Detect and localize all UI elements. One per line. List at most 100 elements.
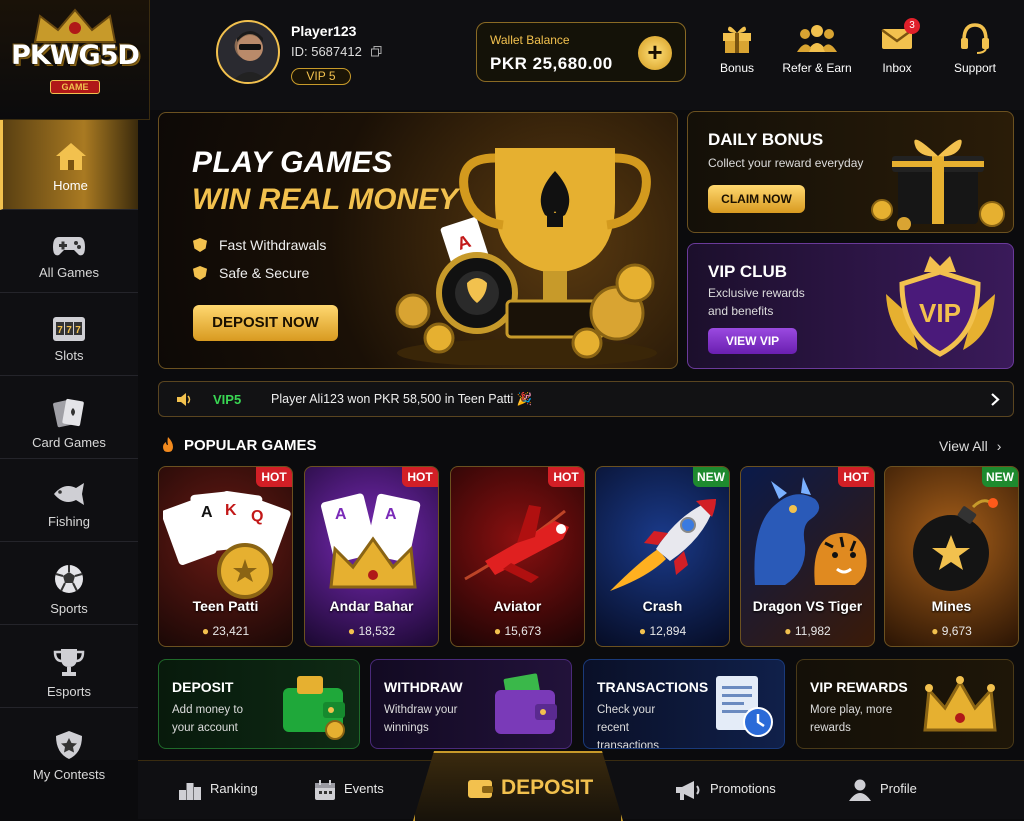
hero-feature-withdrawals: Fast Withdrawals <box>193 237 326 253</box>
bottom-nav-events[interactable]: Events <box>314 774 384 804</box>
header-inbox-button[interactable]: Inbox 3 <box>862 18 932 75</box>
game-players: ● 9,673 <box>885 624 1018 638</box>
sidebar-item-label: My Contests <box>32 767 106 782</box>
view-vip-button[interactable]: VIEW VIP <box>708 328 797 354</box>
bottom-nav-profile[interactable]: Profile <box>848 774 917 804</box>
chevron-right-icon: › <box>996 438 1002 454</box>
quick-card-desc: Withdraw your winnings <box>384 704 458 734</box>
players-count: 23,421 <box>212 624 250 638</box>
add-funds-button[interactable]: + <box>638 36 672 70</box>
slot-machine-icon: 777 <box>53 317 85 341</box>
crown-icon <box>33 8 117 43</box>
bottom-nav-label: Profile <box>880 781 917 796</box>
bomb-icon <box>913 498 998 591</box>
header-bonus-button[interactable]: Bonus <box>702 22 772 75</box>
players-count: 15,673 <box>504 624 542 638</box>
vip-emblem-icon: VIP <box>886 256 995 357</box>
popular-games-title: POPULAR GAMES <box>184 437 317 454</box>
winner-ticker[interactable]: VIP5 Player Ali123 won PKR 58,500 in Tee… <box>158 381 1014 417</box>
game-card-aviator[interactable]: HOT Aviator ● 15,673 <box>450 466 585 647</box>
speaker-icon <box>177 393 191 406</box>
header-bonus-label: Bonus <box>719 61 755 75</box>
quick-deposit-card[interactable]: DEPOSIT Add money to your account <box>158 659 360 749</box>
trophy-illustration: A <box>395 148 657 365</box>
wallet-balance: Wallet Balance PKR 25,680.00 + <box>476 22 686 82</box>
claim-now-button[interactable]: CLAIM NOW <box>708 185 805 213</box>
player-icon: ● <box>931 624 939 638</box>
calendar-icon <box>315 779 335 800</box>
gold-crown-icon <box>923 676 997 732</box>
view-all-label: View All <box>939 438 988 454</box>
vip-club-card: VIP CLUB Exclusive rewards and benefits … <box>687 243 1014 369</box>
game-card-teen-patti[interactable]: A K Q HOT Teen Patti ● 23,421 <box>158 466 293 647</box>
game-name: Teen Patti <box>192 598 259 614</box>
svg-text:7: 7 <box>75 325 81 336</box>
players-count: 18,532 <box>358 624 396 638</box>
gamepad-icon <box>53 237 85 256</box>
gift-box-illustration <box>871 139 1005 230</box>
avatar[interactable] <box>216 20 280 84</box>
sidebar: Home All Games 777 Slots Card Games Fish… <box>0 120 138 782</box>
new-badge: NEW <box>693 467 729 487</box>
sidebar-item-label: Fishing <box>48 514 90 529</box>
brand-logo[interactable]: PKWG5D GAME <box>0 0 150 120</box>
quick-card-desc: Add money to your account <box>172 704 243 734</box>
sidebar-item-esports[interactable]: Esports <box>0 626 138 708</box>
hero-deposit-button[interactable]: DEPOSIT NOW <box>193 305 338 341</box>
quick-vip-rewards-card[interactable]: VIP REWARDS More play, more rewards <box>796 659 1014 749</box>
sidebar-item-my-contests[interactable]: My Contests <box>0 709 138 791</box>
header-refer-button[interactable]: Refer & Earn <box>781 22 853 75</box>
sidebar-item-home[interactable]: Home <box>0 120 138 210</box>
quick-withdraw-card[interactable]: WITHDRAW Withdraw your winnings <box>370 659 572 749</box>
wallet-label: Wallet Balance <box>490 33 570 47</box>
chevron-right-icon[interactable] <box>989 392 1001 407</box>
bottom-deposit-button[interactable]: DEPOSIT <box>413 751 623 821</box>
header-refer-label: Refer & Earn <box>782 61 852 75</box>
game-name: Mines <box>931 598 972 614</box>
cards-crown-icon: A A <box>321 493 421 589</box>
cards-icon <box>53 398 84 428</box>
svg-text:7: 7 <box>57 325 63 336</box>
game-players: ● 23,421 <box>159 624 292 638</box>
header-support-button[interactable]: Support <box>940 22 1010 75</box>
sidebar-item-card-games[interactable]: Card Games <box>0 377 138 459</box>
trophy-icon <box>53 649 85 676</box>
sidebar-item-sports[interactable]: Sports <box>0 543 138 625</box>
purple-wallet-icon <box>495 673 557 734</box>
bottom-nav-promotions[interactable]: Promotions <box>674 774 776 804</box>
player-icon: ● <box>784 624 792 638</box>
vip-club-desc-line1: Exclusive rewards <box>708 286 805 300</box>
sidebar-item-slots[interactable]: 777 Slots <box>0 294 138 376</box>
bottom-nav-label: Promotions <box>710 781 776 796</box>
svg-text:K: K <box>225 502 237 519</box>
game-players: ● 15,673 <box>451 624 584 638</box>
game-card-crash[interactable]: NEW Crash ● 12,894 <box>595 466 730 647</box>
username: Player123 <box>291 23 357 39</box>
ticker-text: Player Ali123 won PKR 58,500 in Teen Pat… <box>271 392 533 406</box>
daily-bonus-title: DAILY BONUS <box>708 130 824 149</box>
game-card-mines[interactable]: NEW Mines ● 9,673 <box>884 466 1019 647</box>
top-header: Player123 ID: 5687412 VIP 5 Wallet Balan… <box>150 0 1024 110</box>
headset-icon <box>961 23 989 54</box>
playing-cards-icon: A K Q <box>163 491 291 599</box>
hero-title-line1: PLAY GAMES <box>192 146 393 179</box>
quick-card-title: WITHDRAW <box>384 679 463 695</box>
vip-emblem-text: VIP <box>919 298 961 328</box>
sidebar-item-all-games[interactable]: All Games <box>0 211 138 293</box>
quick-transactions-card[interactable]: TRANSACTIONS Check your recent transacti… <box>583 659 785 749</box>
sidebar-item-fishing[interactable]: Fishing <box>0 460 138 542</box>
user-id: ID: 5687412 <box>291 44 382 59</box>
home-icon <box>55 143 86 170</box>
megaphone-icon <box>676 780 700 800</box>
bottom-nav-ranking[interactable]: Ranking <box>178 774 258 804</box>
copy-icon[interactable] <box>371 46 382 57</box>
game-card-andar-bahar[interactable]: A A HOT Andar Bahar ● 18,532 <box>304 466 439 647</box>
svg-text:Q: Q <box>251 508 263 525</box>
view-all-link[interactable]: View All › <box>939 438 1001 454</box>
shield-check-icon <box>193 266 207 280</box>
player-icon: ● <box>347 624 356 638</box>
quick-card-desc: Check your recent transactions <box>597 704 660 749</box>
game-card-dragon-vs-tiger[interactable]: HOT Dragon VS Tiger ● 11,982 <box>740 466 875 647</box>
svg-text:A: A <box>201 504 213 521</box>
shield-star-icon <box>56 731 82 759</box>
